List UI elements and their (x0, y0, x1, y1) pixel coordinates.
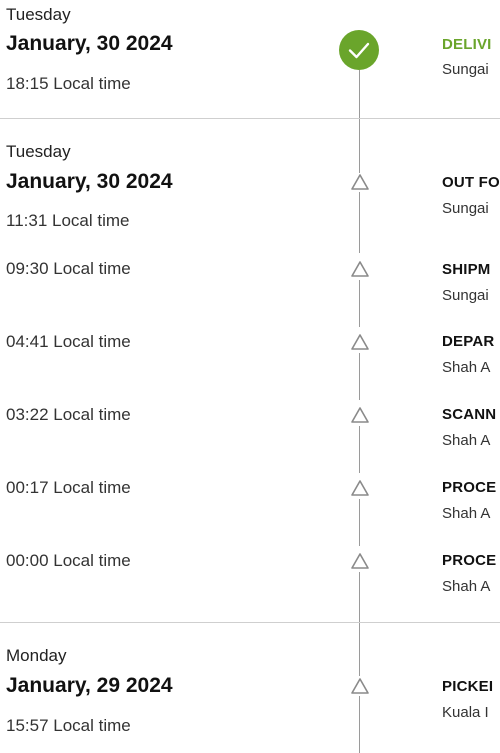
day-label: Tuesday (6, 5, 71, 24)
event-location: Sungai (442, 287, 489, 304)
triangle-icon (350, 479, 370, 497)
day-label: Tuesday (6, 142, 71, 161)
event-time: 00:00 Local time (6, 551, 131, 570)
event-status: SHIPM (442, 261, 491, 278)
event-location: Shah A (442, 359, 491, 376)
event-location: Kuala I (442, 704, 489, 721)
timeline-line (359, 353, 360, 400)
timeline-line (359, 696, 360, 753)
shipment-tracking-history: Tuesday January, 30 2024 18:15 Local tim… (0, 0, 500, 753)
event-time: 04:41 Local time (6, 332, 131, 351)
event-status: SCANN (442, 406, 497, 423)
triangle-icon (350, 406, 370, 424)
event-time: 18:15 Local time (6, 74, 131, 93)
date-heading: January, 30 2024 (6, 170, 173, 193)
triangle-icon (350, 333, 370, 351)
timeline-line (359, 70, 360, 174)
event-time: 15:57 Local time (6, 716, 131, 735)
event-status: OUT FO (442, 174, 500, 191)
triangle-icon (350, 173, 370, 191)
event-status: DELIVI (442, 36, 492, 53)
group-divider (0, 622, 500, 623)
event-status: PROCE (442, 552, 497, 569)
event-time: 00:17 Local time (6, 478, 131, 497)
check-icon (348, 42, 370, 59)
event-location: Shah A (442, 432, 491, 449)
timeline-line (359, 280, 360, 327)
group-divider (0, 118, 500, 119)
timeline-line (359, 426, 360, 473)
event-time: 03:22 Local time (6, 405, 131, 424)
timeline-line (359, 572, 360, 676)
day-label: Monday (6, 646, 67, 665)
event-status: DEPAR (442, 333, 495, 350)
event-location: Shah A (442, 578, 491, 595)
event-time: 11:31 Local time (6, 211, 130, 230)
event-status: PICKEI (442, 678, 494, 695)
event-location: Shah A (442, 505, 491, 522)
timeline-line (359, 499, 360, 546)
event-status: PROCE (442, 479, 497, 496)
date-heading: January, 30 2024 (6, 32, 173, 55)
date-heading: January, 29 2024 (6, 674, 173, 697)
event-time: 09:30 Local time (6, 259, 131, 278)
triangle-icon (350, 552, 370, 570)
delivered-status-marker (339, 30, 379, 70)
event-location: Sungai (442, 61, 489, 78)
timeline-line (359, 192, 360, 253)
event-location: Sungai (442, 200, 489, 217)
triangle-icon (350, 260, 370, 278)
triangle-icon (350, 677, 370, 695)
